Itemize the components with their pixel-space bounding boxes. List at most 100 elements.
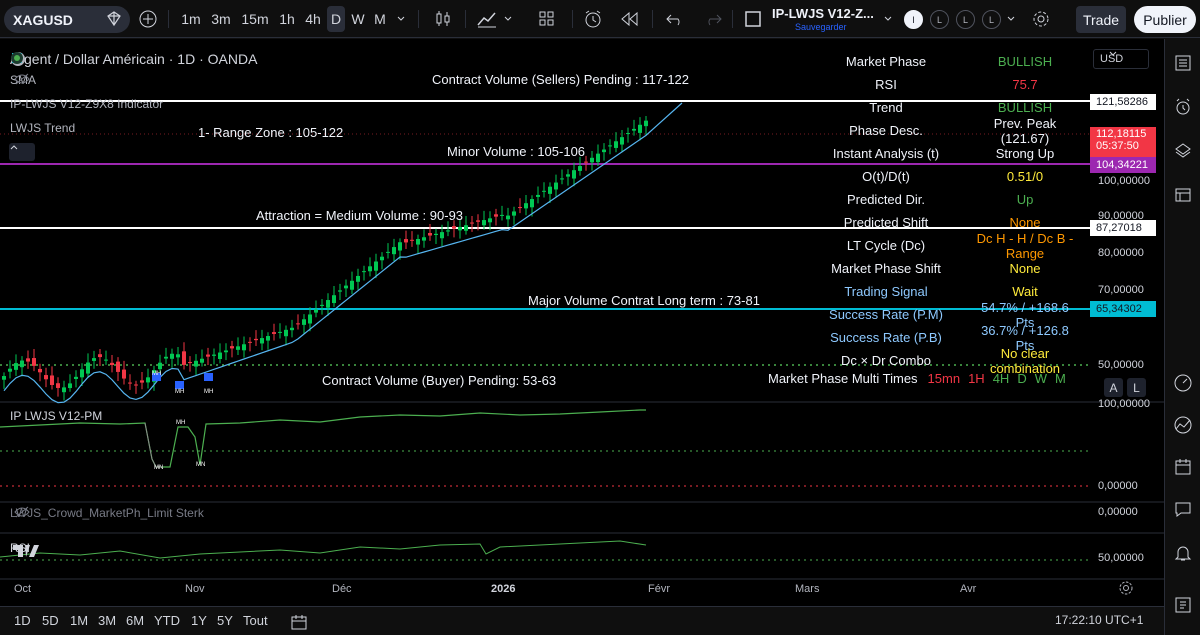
range-1d[interactable]: 1D bbox=[14, 613, 31, 628]
info-value: Strong Up bbox=[995, 146, 1055, 161]
range-3m[interactable]: 3M bbox=[98, 613, 116, 628]
settings-gear-icon[interactable] bbox=[1028, 0, 1054, 38]
range-all[interactable]: Tout bbox=[243, 613, 268, 628]
watchlist-circle-4[interactable]: L bbox=[982, 10, 1001, 29]
candle-body bbox=[338, 290, 342, 292]
chevron-down-icon[interactable] bbox=[1002, 0, 1020, 38]
indicator-label[interactable]: IP-LWJS V12-Z9X8 Indicator bbox=[10, 97, 163, 111]
tf-1m[interactable]: 1m bbox=[177, 0, 205, 38]
auto-scale-button[interactable]: A bbox=[1104, 378, 1123, 397]
candle-body bbox=[626, 133, 630, 135]
mh-label: MH bbox=[175, 389, 185, 395]
mh-marker bbox=[175, 381, 184, 389]
layout-name[interactable]: IP-LWJS V12-Z... bbox=[772, 6, 874, 21]
collapse-legend-button[interactable] bbox=[9, 143, 35, 161]
range-5d[interactable]: 5D bbox=[42, 613, 59, 628]
candle-body bbox=[92, 358, 96, 361]
trade-button[interactable]: Trade bbox=[1076, 6, 1126, 33]
layouts-grid-icon[interactable] bbox=[534, 0, 560, 38]
log-scale-button[interactable]: L bbox=[1127, 378, 1146, 397]
crowd-pane-label[interactable]: LWJS_Crowd_MarketPh_Limit Sterk bbox=[10, 506, 204, 520]
calendar-icon[interactable] bbox=[1173, 457, 1193, 477]
trend-label[interactable]: LWJS Trend bbox=[10, 121, 75, 135]
eye-hidden-icon[interactable] bbox=[14, 73, 30, 85]
hotlist-icon[interactable] bbox=[1173, 415, 1193, 435]
tf-w[interactable]: W bbox=[348, 0, 368, 38]
symbol-search[interactable]: XAGUSD bbox=[4, 6, 130, 33]
candle-body bbox=[332, 295, 336, 304]
redo-icon[interactable] bbox=[700, 0, 726, 38]
chevron-down-icon[interactable] bbox=[500, 0, 516, 38]
chevron-down-icon[interactable] bbox=[880, 0, 896, 38]
ann-range-zone: 1- Range Zone : 105-122 bbox=[198, 125, 344, 140]
pm-pane-label[interactable]: IP LWJS V12-PM bbox=[10, 409, 102, 423]
candles-icon[interactable] bbox=[430, 0, 456, 38]
tf-d[interactable]: D bbox=[327, 6, 345, 32]
candle-body bbox=[572, 170, 576, 179]
tf-15m[interactable]: 15m bbox=[239, 0, 271, 38]
help-icon[interactable] bbox=[1173, 595, 1193, 615]
chart-title[interactable]: Argent / Dollar Américain · 1D · OANDA bbox=[10, 51, 257, 67]
tf-m[interactable]: M bbox=[370, 0, 390, 38]
candle-body bbox=[200, 358, 204, 363]
indicators-icon[interactable] bbox=[474, 0, 500, 38]
layers-icon[interactable] bbox=[1173, 141, 1193, 161]
multi-time-item: 1H bbox=[968, 371, 985, 386]
info-row: Predicted Dir. Up bbox=[782, 188, 1080, 211]
publish-button[interactable]: Publier bbox=[1134, 6, 1196, 33]
date-range-calendar-icon[interactable] bbox=[290, 613, 308, 631]
utc-clock[interactable]: 17:22:10 UTC+1 bbox=[1055, 613, 1143, 627]
candle-body bbox=[272, 332, 276, 334]
candle-body bbox=[176, 354, 180, 358]
watchlist-icon[interactable] bbox=[1173, 53, 1193, 73]
watchlist-circle-1[interactable]: I bbox=[904, 10, 923, 29]
alarm-clock-icon[interactable] bbox=[1173, 97, 1193, 117]
replay-icon[interactable] bbox=[616, 0, 642, 38]
multi-times-row: Market Phase Multi Times 15mn 1H 4H D W M bbox=[768, 371, 1066, 386]
notifications-icon[interactable] bbox=[1173, 543, 1193, 563]
candle-body bbox=[140, 380, 144, 383]
range-5y[interactable]: 5Y bbox=[217, 613, 233, 628]
layout-square-icon[interactable] bbox=[740, 0, 766, 38]
candle-body bbox=[170, 353, 174, 359]
range-ytd[interactable]: YTD bbox=[154, 613, 180, 628]
time-label: Nov bbox=[185, 583, 205, 595]
undo-icon[interactable] bbox=[662, 0, 688, 38]
candle-body bbox=[56, 383, 60, 388]
candle-body bbox=[470, 222, 474, 224]
sma-label[interactable]: SMA bbox=[10, 73, 36, 87]
tradingview-logo-icon bbox=[13, 545, 39, 557]
chart-settings-gear-icon[interactable] bbox=[1118, 580, 1134, 596]
info-key: Phase Desc. bbox=[849, 123, 923, 138]
alert-clock-icon[interactable] bbox=[580, 0, 606, 38]
range-1m[interactable]: 1M bbox=[70, 613, 88, 628]
chart-canvas[interactable]: Argent / Dollar Américain · 1D · OANDA S… bbox=[0, 39, 1164, 606]
chat-icon[interactable] bbox=[1173, 499, 1193, 519]
tf-1h[interactable]: 1h bbox=[274, 0, 300, 38]
candle-body bbox=[98, 354, 102, 358]
range-6m[interactable]: 6M bbox=[126, 613, 144, 628]
screener-icon[interactable] bbox=[1173, 185, 1193, 205]
tf-4h[interactable]: 4h bbox=[300, 0, 326, 38]
info-row: Market Phase BULLISH bbox=[782, 50, 1080, 73]
ann-buyer: Contract Volume (Buyer) Pending: 53-63 bbox=[322, 373, 557, 388]
info-value: Up bbox=[1016, 192, 1034, 207]
compass-icon[interactable] bbox=[1173, 373, 1193, 393]
currency-dropdown[interactable]: USD bbox=[1093, 49, 1149, 69]
mh-label: MH bbox=[176, 420, 186, 426]
candle-body bbox=[452, 226, 456, 229]
candle-body bbox=[302, 319, 306, 325]
eye-hidden-icon[interactable] bbox=[14, 506, 30, 518]
tf-3m[interactable]: 3m bbox=[207, 0, 235, 38]
range-1y[interactable]: 1Y bbox=[191, 613, 207, 628]
candle-body bbox=[512, 211, 516, 216]
watchlist-circle-2[interactable]: L bbox=[930, 10, 949, 29]
info-row: LT Cycle (Dc) Dc H - H / Dc B - Range bbox=[782, 231, 1080, 261]
info-row: Instant Analysis (t) Strong Up bbox=[782, 142, 1080, 165]
add-symbol-icon[interactable] bbox=[136, 0, 160, 38]
candle-body bbox=[260, 338, 264, 344]
candle-body bbox=[296, 323, 300, 325]
chevron-down-icon[interactable] bbox=[392, 0, 410, 38]
candle-body bbox=[584, 161, 588, 163]
watchlist-circle-3[interactable]: L bbox=[956, 10, 975, 29]
